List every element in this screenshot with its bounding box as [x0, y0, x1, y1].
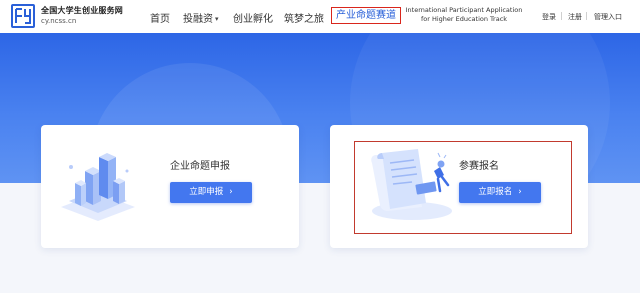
nav-item-incubation[interactable]: 创业孵化: [233, 10, 273, 25]
participant-registration-card: 参赛报名 立即报名 ›: [330, 125, 588, 248]
isometric-buildings-icon: [61, 153, 135, 221]
brand-url: cy.ncss.cn: [41, 17, 77, 25]
nav-item-investment[interactable]: 投融资: [183, 10, 219, 25]
chevron-right-icon: ›: [518, 187, 522, 197]
top-header: 全国大学生创业服务网 cy.ncss.cn 首页 投融资 创业孵化 筑梦之旅 产…: [0, 0, 640, 33]
enterprise-proposal-card: 企业命题申报 立即申报 ›: [41, 125, 299, 248]
participant-card-title: 参赛报名: [459, 161, 499, 172]
register-now-label: 立即报名: [478, 187, 513, 197]
apply-now-button[interactable]: 立即申报 ›: [170, 182, 252, 203]
brand-name[interactable]: 全国大学生创业服务网: [41, 5, 123, 16]
nav-item-industry-track[interactable]: 产业命题赛道: [331, 7, 401, 24]
scroll-document-icon: [371, 149, 452, 220]
apply-now-label: 立即申报: [189, 187, 224, 197]
separator: |: [560, 11, 563, 20]
cy-logo-icon[interactable]: [11, 4, 35, 28]
nav-item-home[interactable]: 首页: [150, 10, 170, 25]
login-link[interactable]: 登录: [542, 12, 556, 22]
international-application-link[interactable]: International Participant Application fo…: [405, 6, 523, 24]
register-now-button[interactable]: 立即报名 ›: [459, 182, 541, 203]
nav-item-dream-journey[interactable]: 筑梦之旅: [284, 10, 324, 25]
admin-entry-link[interactable]: 管理入口: [594, 12, 622, 22]
register-link[interactable]: 注册: [568, 12, 582, 22]
separator: |: [585, 11, 588, 20]
enterprise-card-title: 企业命题申报: [170, 161, 230, 172]
chevron-right-icon: ›: [229, 187, 233, 197]
